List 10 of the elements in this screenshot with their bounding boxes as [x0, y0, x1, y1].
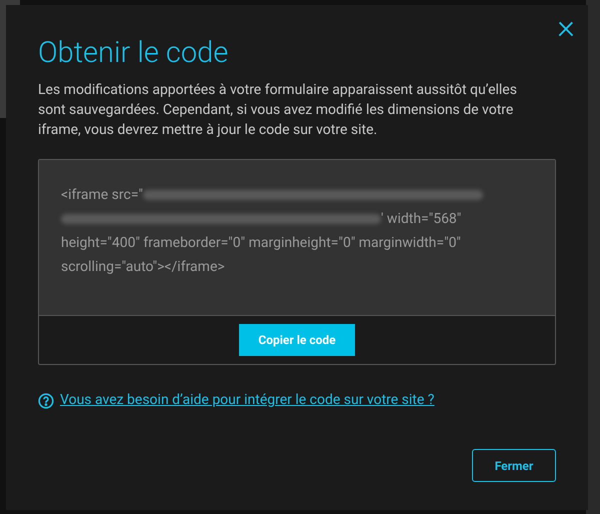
code-text: height="400" frameborder="0" marginheight="0" marginwidth="0" [61, 235, 461, 251]
help-icon [38, 392, 54, 408]
help-link[interactable]: Vous avez besoin d’aide pour intégrer le code sur votre site ? [60, 390, 434, 411]
description: Les modifications apportées à votre formulaire apparaissent aussitôt qu’elles sont sauvegardées. Cependant, si vous avez modifié les dimensions de votre iframe, vous devrez mettre à jour le code sur votre site. [38, 81, 518, 140]
code-text: scrolling="auto"></iframe> [61, 259, 225, 275]
code-text: <iframe src=" [61, 186, 143, 205]
close-button[interactable]: × [554, 15, 578, 39]
close-dialog-button[interactable]: Fermer [472, 449, 556, 482]
dialog-title: Obtenir le code [38, 35, 230, 71]
code-text: ' width="568" [381, 210, 462, 229]
